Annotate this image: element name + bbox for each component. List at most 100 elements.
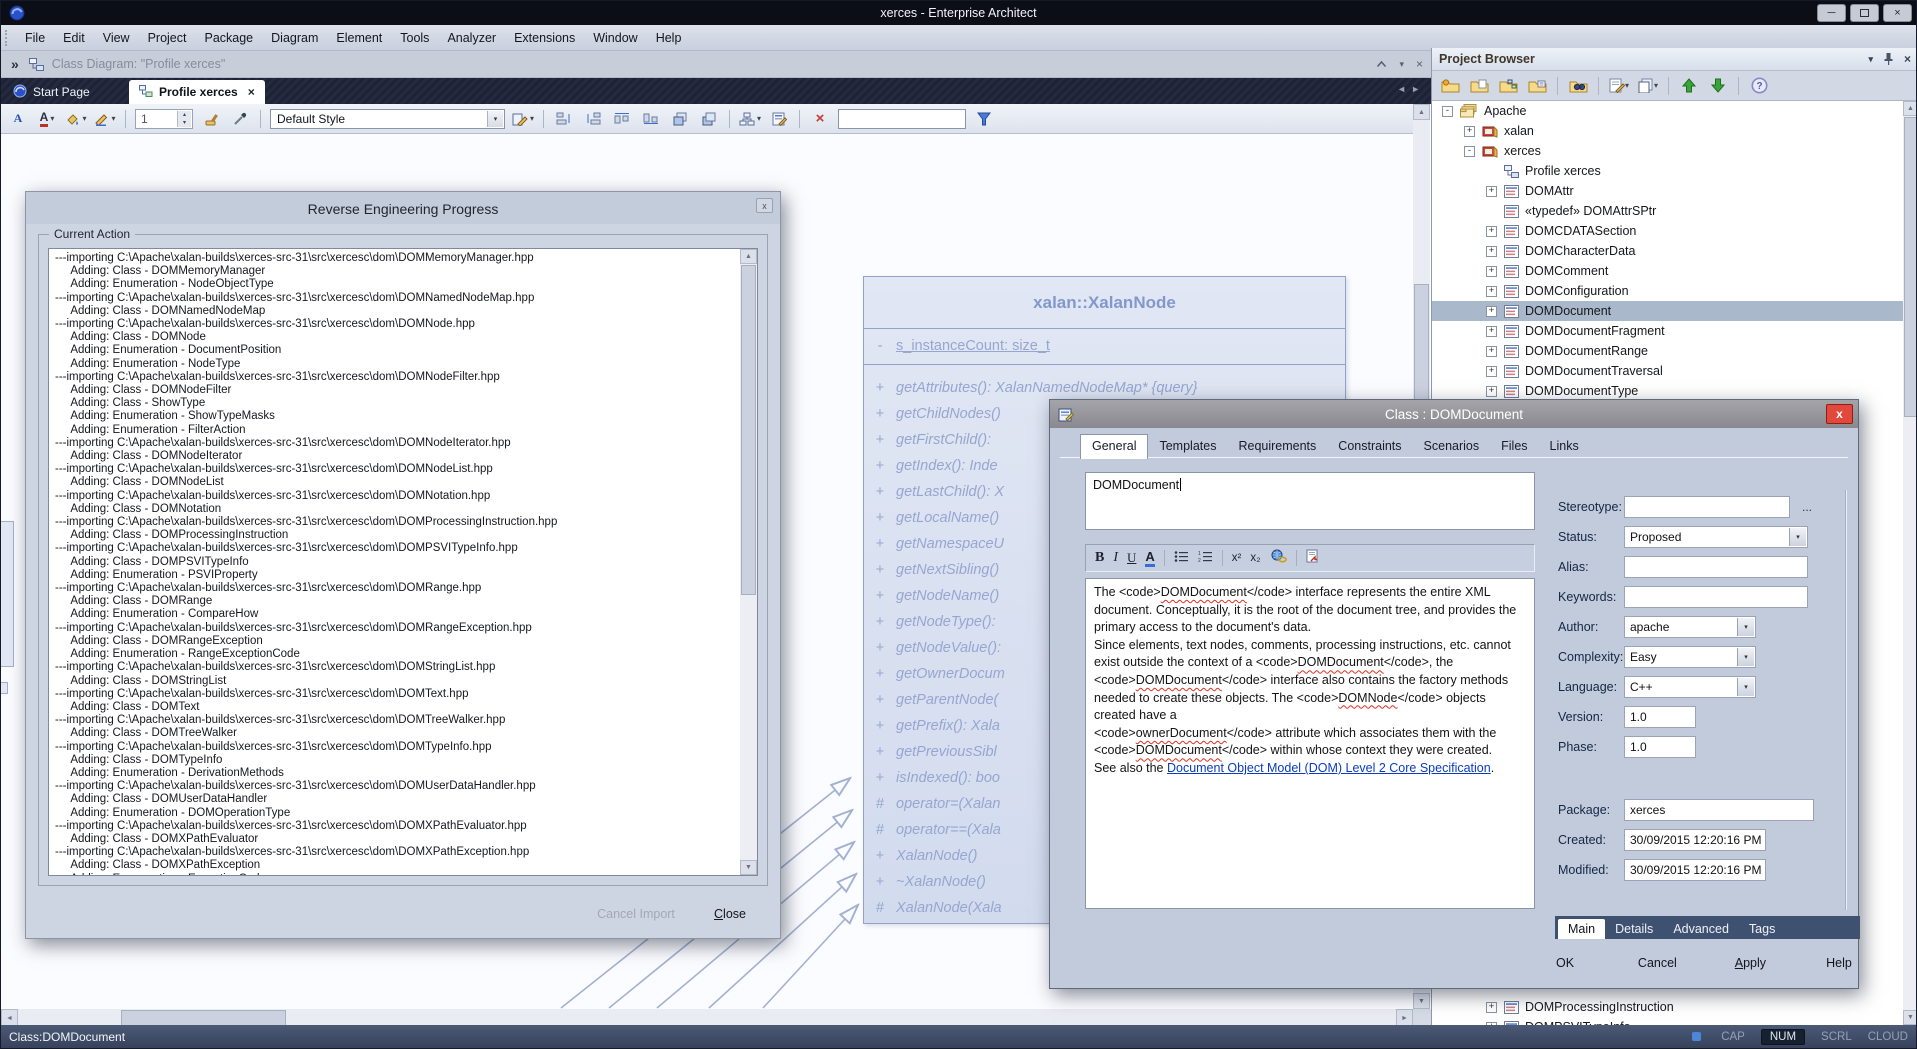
panel-menu-icon[interactable]: ▾ (1868, 54, 1873, 65)
tab-start-page[interactable]: Start Page (3, 80, 100, 104)
notes-field[interactable]: The <code>DOMDocument</code> interface r… (1085, 578, 1535, 909)
field-phase[interactable]: 1.0 (1624, 736, 1696, 758)
bring-to-front-icon[interactable] (669, 108, 691, 130)
diagram-hierarchy-icon[interactable]: ▾ (739, 108, 761, 130)
pin-icon[interactable] (1883, 52, 1894, 67)
tree-item-domdocumentfragment[interactable]: +DOMDocumentFragment (1432, 321, 1903, 341)
duplicate-icon[interactable]: ▾ (1637, 75, 1659, 97)
scrollbar-thumb[interactable] (121, 1010, 286, 1026)
menu-item-element[interactable]: Element (327, 27, 391, 49)
combo-dropdown-icon[interactable]: ▾ (1737, 648, 1754, 666)
scrollbar-thumb[interactable] (1904, 117, 1917, 417)
maximize-button[interactable] (1850, 4, 1879, 22)
hyperlink-icon[interactable] (1270, 549, 1287, 568)
dialog-tab-requirements[interactable]: Requirements (1227, 435, 1327, 458)
tree-item-domcdatasection[interactable]: +DOMCDATASection (1432, 221, 1903, 241)
close-dialog-icon[interactable]: x (756, 198, 773, 213)
tree-item-domattr[interactable]: +DOMAttr (1432, 181, 1903, 201)
underline-icon[interactable]: U (1127, 550, 1136, 566)
apply-button[interactable]: Apply (1727, 952, 1774, 974)
tree-expander-icon[interactable]: + (1486, 246, 1497, 257)
close-tab-icon[interactable]: × (248, 85, 255, 99)
stereotype-more-button[interactable]: ... (1802, 500, 1812, 514)
help-button[interactable]: Help (1816, 952, 1862, 974)
line-color-icon[interactable]: ▾ (94, 108, 116, 130)
close-panel-icon[interactable]: × (1904, 52, 1911, 66)
field-complexity[interactable]: Easy▾ (1624, 646, 1756, 668)
dialog-tab-files[interactable]: Files (1490, 435, 1538, 458)
tree-vertical-scrollbar[interactable]: ▲ ▼ (1903, 101, 1917, 1025)
tree-expander-icon[interactable]: + (1464, 126, 1475, 137)
combo-dropdown-icon[interactable]: ▾ (1737, 618, 1754, 636)
format-painter-icon[interactable] (200, 108, 222, 130)
tree-expander-icon[interactable]: + (1486, 1002, 1497, 1013)
dialog-tab-links[interactable]: Links (1539, 435, 1590, 458)
numbered-list-icon[interactable]: 12 (1198, 549, 1213, 567)
tree-expander-icon[interactable]: + (1486, 306, 1497, 317)
minimize-button[interactable]: ─ (1817, 4, 1846, 22)
bold-icon[interactable]: B (1095, 550, 1104, 566)
tree-expander-icon[interactable]: - (1464, 146, 1475, 157)
ok-button[interactable]: OK (1542, 952, 1588, 974)
field-created[interactable]: 30/09/2015 12:20:16 PM (1624, 829, 1766, 851)
close-dialog-icon[interactable]: x (1826, 404, 1853, 424)
partial-class-box[interactable] (1, 521, 14, 667)
cancel-import-button[interactable]: Cancel Import (578, 904, 694, 924)
menu-item-file[interactable]: File (16, 27, 54, 49)
dialog-tab-constraints[interactable]: Constraints (1327, 435, 1412, 458)
font-face-icon[interactable]: A (7, 108, 29, 130)
collapse-pane-icon[interactable] (1376, 57, 1387, 71)
tree-expander-icon[interactable]: + (1486, 346, 1497, 357)
field-author[interactable]: apache▾ (1624, 616, 1756, 638)
tree-item-domcomment[interactable]: +DOMComment (1432, 261, 1903, 281)
new-package-icon[interactable] (1468, 75, 1490, 97)
tree-expander-icon[interactable]: - (1442, 106, 1453, 117)
close-button[interactable]: Close (698, 904, 762, 924)
italic-icon[interactable]: I (1113, 550, 1118, 566)
field-stereotype[interactable] (1624, 496, 1790, 518)
field-package[interactable]: xerces (1624, 799, 1814, 821)
font-color-icon[interactable]: A (1145, 549, 1154, 567)
cancel-button[interactable]: Cancel (1630, 952, 1685, 974)
pane-menu-icon[interactable]: ▾ (1399, 59, 1404, 70)
dialog-tab-templates[interactable]: Templates (1148, 435, 1227, 458)
delete-from-diagram-icon[interactable]: × (809, 108, 831, 130)
superscript-icon[interactable]: x² (1232, 552, 1242, 564)
move-down-icon[interactable] (1707, 75, 1729, 97)
tree-expander-icon[interactable]: + (1486, 366, 1497, 377)
tree-item-domprocessinginstruction[interactable]: +DOMProcessingInstruction (1432, 997, 1903, 1017)
filter-funnel-icon[interactable] (973, 108, 995, 130)
bottom-tab-details[interactable]: Details (1605, 919, 1663, 939)
send-to-back-icon[interactable] (698, 108, 720, 130)
tree-item-xerces[interactable]: -xerces (1432, 141, 1903, 161)
font-color-icon[interactable]: A▾ (36, 108, 58, 130)
menu-item-edit[interactable]: Edit (54, 27, 94, 49)
name-field[interactable]: DOMDocument (1085, 472, 1535, 530)
menu-item-analyzer[interactable]: Analyzer (438, 27, 505, 49)
subscript-icon[interactable]: x₂ (1250, 552, 1260, 564)
menu-item-diagram[interactable]: Diagram (262, 27, 327, 49)
scrollbar-thumb[interactable] (741, 265, 756, 595)
menu-item-package[interactable]: Package (195, 27, 262, 49)
style-combobox[interactable]: Default Style ▾ (270, 109, 505, 129)
menu-item-project[interactable]: Project (139, 27, 196, 49)
tree-expander-icon[interactable]: + (1486, 286, 1497, 297)
apply-style-icon[interactable]: ▾ (512, 108, 534, 130)
notes-hyperlink[interactable]: Document Object Model (DOM) Level 2 Core… (1167, 761, 1491, 775)
align-left-edges-icon[interactable] (553, 108, 575, 130)
menu-item-window[interactable]: Window (584, 27, 646, 49)
fill-color-icon[interactable]: ▾ (65, 108, 87, 130)
tree-item-profile-xerces[interactable]: +Profile xerces (1432, 161, 1903, 181)
new-element-icon[interactable] (1526, 75, 1548, 97)
menu-item-extensions[interactable]: Extensions (505, 27, 584, 49)
field-status[interactable]: Proposed▾ (1624, 526, 1808, 548)
dialog-tab-scenarios[interactable]: Scenarios (1413, 435, 1491, 458)
toolbox-expand-icon[interactable]: » (11, 56, 19, 72)
import-log-list[interactable]: ---importing C:\Apache\xalan-builds\xerc… (48, 248, 758, 876)
log-vertical-scrollbar[interactable]: ▲ ▼ (740, 249, 757, 875)
new-window-icon[interactable] (1306, 549, 1319, 568)
field-modified[interactable]: 30/09/2015 12:20:16 PM (1624, 859, 1766, 881)
bottom-tab-advanced[interactable]: Advanced (1663, 919, 1739, 939)
dialog-tab-general[interactable]: General (1080, 434, 1148, 459)
tree-item-apache[interactable]: -Apache (1432, 101, 1903, 121)
